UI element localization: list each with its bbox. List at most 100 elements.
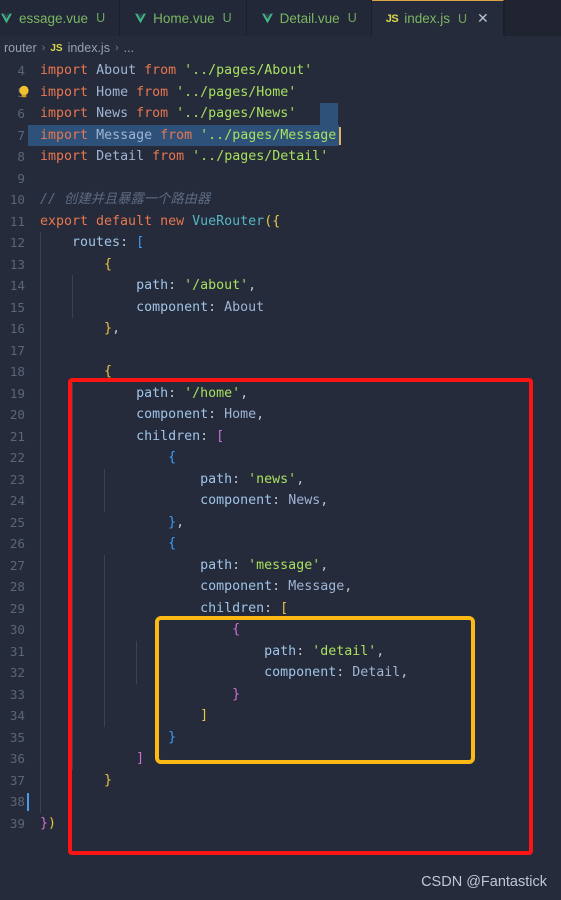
code-line[interactable]: 13 { [0, 253, 561, 275]
code-line[interactable]: 14 path: '/about', [0, 275, 561, 297]
code-line[interactable]: 23 path: 'news', [0, 468, 561, 490]
code-content[interactable] [27, 791, 561, 813]
code-content[interactable]: ] [28, 705, 561, 727]
code-content[interactable]: } [28, 726, 561, 748]
line-number: 13 [9, 256, 25, 272]
line-number: 15 [9, 299, 25, 315]
breadcrumb-item-ellipsis[interactable]: ... [124, 41, 134, 55]
code-editor[interactable]: 4 import About from '../pages/About' 5 i… [0, 60, 561, 900]
tab-home-vue[interactable]: Home.vue U [120, 0, 247, 36]
code-content[interactable]: import Home from '../pages/Home' [19, 82, 561, 104]
close-icon[interactable]: ✕ [477, 12, 489, 26]
code-line[interactable]: 37 } [0, 769, 561, 791]
code-content[interactable]: path: '/home', [28, 382, 561, 404]
code-content[interactable] [28, 168, 561, 190]
tab-unsaved-badge: U [347, 11, 357, 25]
code-line[interactable]: 16 }, [0, 318, 561, 340]
chevron-right-icon: › [114, 42, 119, 54]
code-content[interactable]: import Message from '../pages/Message' [28, 124, 561, 146]
code-content[interactable]: { [28, 619, 561, 641]
line-number: 27 [9, 557, 25, 573]
code-content[interactable]: path: 'message', [28, 554, 561, 576]
code-content[interactable] [28, 339, 561, 361]
code-content[interactable]: routes: [ [28, 232, 561, 254]
code-content[interactable]: // 创建并且暴露一个路由器 [28, 189, 561, 211]
code-line[interactable]: 10 // 创建并且暴露一个路由器 [0, 189, 561, 211]
code-content[interactable]: } [28, 769, 561, 791]
code-line[interactable]: 4 import About from '../pages/About' [0, 60, 561, 82]
code-line[interactable]: 19 path: '/home', [0, 382, 561, 404]
code-line[interactable]: 20 component: Home, [0, 404, 561, 426]
code-line[interactable]: 39 }) [0, 813, 561, 835]
code-line[interactable]: 11 export default new VueRouter({ [0, 211, 561, 233]
code-content[interactable]: path: '/about', [28, 275, 561, 297]
code-line[interactable]: 24 component: News, [0, 490, 561, 512]
line-number: 9 [17, 170, 25, 186]
code-line[interactable]: 27 path: 'message', [0, 554, 561, 576]
code-content[interactable]: export default new VueRouter({ [28, 211, 561, 233]
code-line[interactable]: 5 import Home from '../pages/Home' [0, 82, 561, 104]
code-content[interactable]: children: [ [28, 425, 561, 447]
tab-detail-vue[interactable]: Detail.vue U [246, 0, 372, 36]
code-content[interactable]: { [28, 447, 561, 469]
line-number: 32 [9, 665, 25, 680]
code-content[interactable]: component: Home, [28, 404, 561, 426]
code-content[interactable]: component: About [28, 296, 561, 318]
code-line[interactable]: 32 component: Detail, [0, 662, 561, 684]
code-line[interactable]: 31 path: 'detail', [0, 640, 561, 662]
code-content[interactable]: path: 'news', [28, 468, 561, 490]
code-content[interactable]: path: 'detail', [28, 640, 561, 662]
code-content[interactable]: component: Detail, [28, 662, 561, 684]
watermark-text: CSDN @Fantastick [421, 874, 547, 890]
code-line[interactable]: 25 }, [0, 511, 561, 533]
code-line[interactable]: 15 component: About [0, 296, 561, 318]
code-line[interactable]: 33 } [0, 683, 561, 705]
code-content[interactable]: import Detail from '../pages/Detail' [28, 146, 561, 168]
line-number: 17 [9, 342, 25, 358]
code-line[interactable]: 12 routes: [ [0, 232, 561, 254]
code-content[interactable]: }, [28, 318, 561, 340]
code-content[interactable]: { [28, 361, 561, 383]
code-content[interactable]: }) [28, 813, 561, 835]
line-number: 19 [9, 385, 25, 401]
code-line[interactable]: 21 children: [ [0, 425, 561, 447]
code-line[interactable]: 36 ] [0, 748, 561, 770]
code-line[interactable]: 8 import Detail from '../pages/Detail' [0, 146, 561, 168]
code-content[interactable]: { [28, 253, 561, 275]
tab-message-vue[interactable]: essage.vue U [0, 0, 121, 36]
code-line[interactable]: 6 import News from '../pages/News' [0, 103, 561, 125]
lightbulb-icon[interactable] [18, 85, 30, 99]
code-line-selected[interactable]: 7 import Message from '../pages/Message' [0, 124, 561, 146]
code-line[interactable]: 35 } [0, 726, 561, 748]
text-cursor [339, 126, 341, 145]
code-content[interactable]: } [28, 683, 561, 705]
code-line[interactable]: 38 [0, 791, 561, 813]
breadcrumb-item-router[interactable]: router [4, 41, 37, 55]
code-line[interactable]: 26 { [0, 533, 561, 555]
comment-text: // 创建并且暴露一个路由器 [40, 192, 211, 207]
code-line[interactable]: 18 { [0, 361, 561, 383]
code-content[interactable]: ] [28, 748, 561, 770]
code-content[interactable]: { [28, 533, 561, 555]
breadcrumb: router › JS index.js › ... [0, 36, 561, 60]
code-content[interactable]: import News from '../pages/News' [28, 103, 561, 125]
code-content[interactable]: component: News, [28, 490, 561, 512]
code-line[interactable]: 9 [0, 168, 561, 190]
code-content[interactable]: children: [ [28, 597, 561, 619]
code-line[interactable]: 29 children: [ [0, 597, 561, 619]
code-line[interactable]: 30 { [0, 619, 561, 641]
js-file-icon: JS [385, 12, 399, 25]
code-content[interactable]: component: Message, [28, 576, 561, 598]
tab-index-js[interactable]: JS index.js U ✕ [371, 0, 504, 36]
code-content[interactable]: import About from '../pages/About' [28, 60, 561, 82]
line-number: 36 [9, 751, 25, 766]
code-line[interactable]: 34 ] [0, 705, 561, 727]
code-line[interactable]: 22 { [0, 447, 561, 469]
breadcrumb-item-index-js[interactable]: index.js [68, 41, 110, 55]
line-number: 38 [9, 794, 25, 809]
code-line[interactable]: 17 [0, 339, 561, 361]
line-number: 12 [9, 235, 25, 250]
code-line[interactable]: 28 component: Message, [0, 576, 561, 598]
chevron-right-icon: › [41, 42, 46, 54]
code-content[interactable]: }, [28, 511, 561, 533]
